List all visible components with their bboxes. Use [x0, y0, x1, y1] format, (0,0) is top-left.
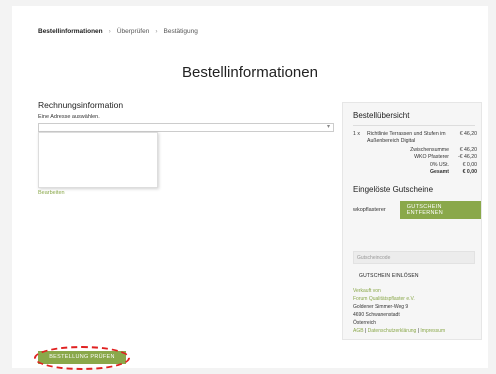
- breadcrumb-chevron-icon: ›: [108, 28, 111, 35]
- page-title: Bestellinformationen: [182, 64, 318, 81]
- breadcrumb-step-order-info[interactable]: Bestellinformationen: [38, 28, 103, 35]
- breadcrumb: Bestellinformationen › Überprüfen › Best…: [38, 28, 198, 35]
- order-summary-heading: Bestellübersicht: [353, 111, 410, 120]
- totals-label: 0% USt.: [429, 161, 449, 168]
- chevron-down-icon: ▾: [326, 124, 330, 130]
- totals-table: Zwischensumme € 46,20 WKO Pfasterer -€ 4…: [353, 147, 477, 176]
- checkout-page: Bestellinformationen › Überprüfen › Best…: [12, 6, 488, 370]
- divider: [353, 125, 475, 126]
- totals-row-discount: WKO Pfasterer -€ 46,20: [353, 154, 477, 161]
- privacy-link[interactable]: Datenschutzerklärung: [368, 328, 417, 334]
- billing-heading: Rechnungsinformation: [38, 100, 124, 110]
- breadcrumb-step-review[interactable]: Überprüfen: [117, 28, 150, 35]
- address-dropdown-popup[interactable]: [38, 132, 158, 188]
- highlight-annotation: [34, 346, 130, 370]
- imprint-link[interactable]: Impressum: [420, 328, 445, 334]
- totals-row-total: Gesamt € 0,00: [353, 169, 477, 176]
- totals-value: € 46,20: [459, 147, 477, 153]
- totals-row-subtotal: Zwischensumme € 46,20: [353, 147, 477, 154]
- coupon-code-input[interactable]: Gutscheincode: [353, 251, 475, 264]
- totals-label: WKO Pfasterer: [414, 154, 449, 161]
- address-select[interactable]: ▾: [38, 123, 334, 132]
- totals-value: € 0,00: [462, 168, 477, 175]
- line-item: 1 x Richtlinie Terrassen und Stufen im A…: [353, 131, 477, 145]
- totals-label: Gesamt: [429, 168, 449, 175]
- sold-by-label: Verkauft von: [353, 288, 381, 294]
- remove-coupon-button[interactable]: GUTSCHEIN ENTFERNEN: [399, 201, 481, 219]
- agb-link[interactable]: AGB: [353, 328, 364, 334]
- breadcrumb-chevron-icon: ›: [155, 28, 158, 35]
- totals-label: Zwischensumme: [410, 147, 449, 153]
- edit-address-link[interactable]: Bearbeiten: [38, 190, 65, 196]
- totals-value: -€ 46,20: [457, 154, 477, 161]
- totals-row-tax: 0% USt. € 0,00: [353, 162, 477, 169]
- line-item-price: € 46,20: [459, 131, 477, 137]
- applied-coupon-code: wkopflasterer: [353, 207, 386, 213]
- totals-value: € 0,00: [462, 161, 477, 168]
- link-separator: |: [364, 328, 367, 334]
- redeem-coupon-button[interactable]: GUTSCHEIN EINLÖSEN: [359, 273, 419, 279]
- applied-coupon-row: wkopflasterer GUTSCHEIN ENTFERNEN: [353, 201, 481, 219]
- line-item-qty: 1 x: [353, 131, 360, 137]
- redeemed-coupons-heading: Eingelöste Gutscheine: [353, 185, 434, 194]
- link-separator: |: [417, 328, 419, 334]
- seller-address-country: Österreich: [353, 320, 377, 326]
- seller-address-street: Goldener Simmer-Weg 9: [353, 304, 409, 310]
- footer-links: AGB | Datenschutzerklärung | Impressum: [353, 328, 445, 334]
- address-select-prompt: Eine Adresse auswählen.: [38, 114, 100, 120]
- seller-name-link[interactable]: Forum Qualitätspflaster e.V.: [353, 296, 415, 302]
- breadcrumb-step-confirmation[interactable]: Bestätigung: [164, 28, 198, 35]
- seller-address-city: 4690 Schwanenstadt: [353, 312, 400, 318]
- order-summary-panel: Bestellübersicht 1 x Richtlinie Terrasse…: [342, 102, 482, 340]
- line-item-name: Richtlinie Terrassen und Stufen im Außen…: [367, 131, 446, 144]
